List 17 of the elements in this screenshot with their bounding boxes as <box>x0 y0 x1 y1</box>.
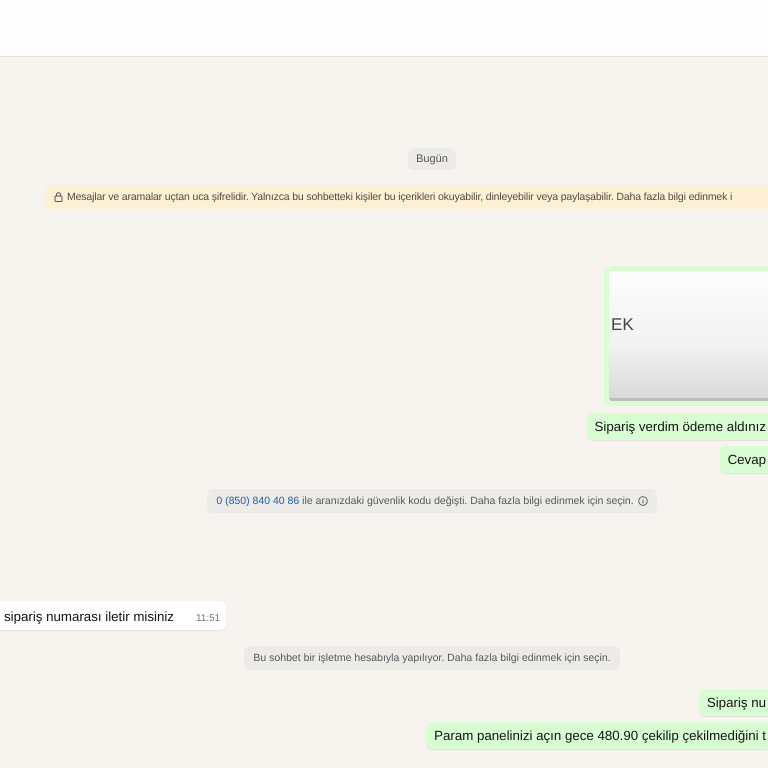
message-time: 11:51 <box>196 613 220 624</box>
system-notice[interactable]: Bu sohbet bir işletme hesabıyla yapılıyor. Daha fazla bilgi edinmek için seçin. <box>244 646 620 670</box>
system-notice[interactable]: 0 (850) 840 40 86 ile aranızdaki güvenlik kodu değişti. Daha fazla bilgi edinmek için seçin. <box>207 489 657 513</box>
image-caption: EK <box>611 314 634 334</box>
notice-text: 0 (850) 840 40 86 ile aranızdaki güvenlik kodu değişti. Daha fazla bilgi edinmek için seçin. <box>216 495 634 507</box>
banner-text: Mesajlar ve aramalar uçtan uca şifrelidir. Yalnızca bu sohbetteki kişiler bu içerikleri okuyabilir, dinleyebilir veya paylaşabilir. Daha fazla bilgi edinmek i <box>67 191 732 203</box>
image-message[interactable]: EK <box>604 266 768 406</box>
outgoing-message: Param panelinizi açın gece 480.90 çekilip çekilmediğini t <box>426 722 768 749</box>
date-label: Bugün <box>408 148 456 170</box>
info-icon[interactable] <box>638 496 648 506</box>
lock-icon <box>54 192 63 202</box>
message-text: sipariş numarası iletir misiniz <box>4 609 174 624</box>
encryption-banner[interactable]: Mesajlar ve aramalar uçtan uca şifrelidir. Yalnızca bu sohbetteki kişiler bu içerikleri okuyabilir, dinleyebilir veya paylaşabilir. Daha fazla bilgi edinmek i <box>45 185 768 209</box>
outgoing-message: Cevap <box>720 446 768 473</box>
outgoing-message: Sipariş nu <box>698 689 768 716</box>
notice-text: Bu sohbet bir işletme hesabıyla yapılıyor. Daha fazla bilgi edinmek için seçin. <box>253 652 611 664</box>
outgoing-message: Sipariş verdim ödeme aldınız <box>586 413 768 440</box>
